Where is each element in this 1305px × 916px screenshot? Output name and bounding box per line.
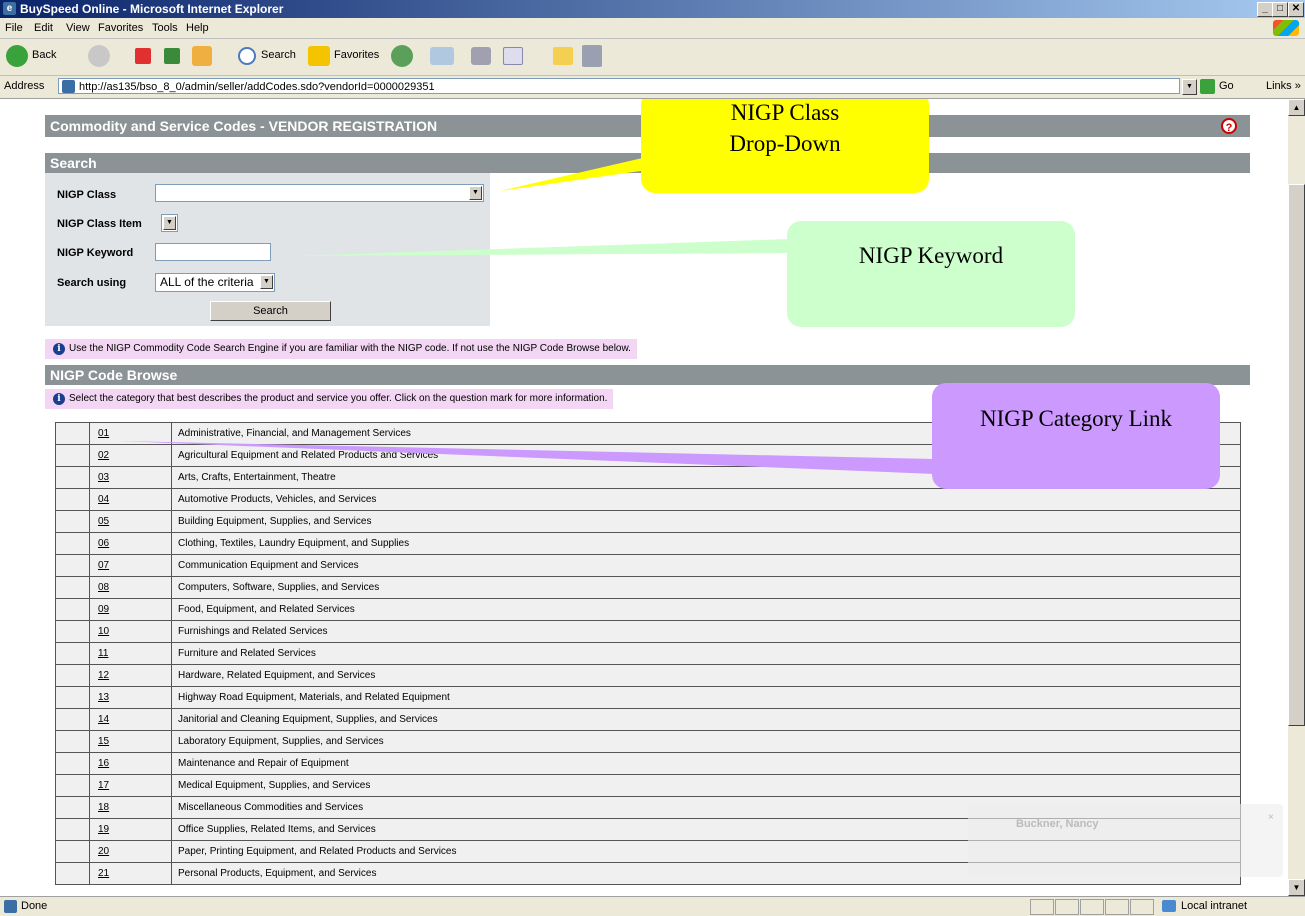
menu-tools[interactable]: Tools (152, 22, 178, 34)
links-button[interactable]: Links » (1266, 80, 1301, 92)
home-icon[interactable] (192, 46, 212, 66)
back-arrow-icon[interactable] (6, 45, 28, 67)
scroll-up-button[interactable]: ▲ (1288, 99, 1305, 116)
favorites-star-icon[interactable] (308, 46, 330, 66)
page-viewport: Commodity and Service Codes - VENDOR REG… (0, 99, 1288, 896)
vertical-scrollbar[interactable]: ▲ ▼ (1288, 99, 1305, 896)
menu-file[interactable]: File (5, 22, 23, 34)
zone-text: Local intranet (1181, 900, 1248, 912)
pointer-class-dropdown (500, 154, 690, 191)
address-dropdown-button[interactable]: ▼ (1182, 79, 1197, 95)
stop-icon[interactable] (135, 48, 151, 64)
refresh-icon[interactable] (164, 48, 180, 64)
search-toolbar-button[interactable]: Search (261, 49, 296, 61)
go-button[interactable]: Go (1219, 80, 1234, 92)
menu-edit[interactable]: Edit (34, 22, 53, 34)
favorites-toolbar-button[interactable]: Favorites (334, 49, 379, 61)
status-pane (1030, 899, 1054, 915)
ie-icon: e (3, 2, 16, 15)
status-pane (1080, 899, 1104, 915)
page-status-icon (4, 900, 17, 913)
address-input[interactable]: http://as135/bso_8_0/admin/seller/addCod… (58, 78, 1180, 94)
notification-close-icon[interactable]: × (1268, 812, 1274, 823)
page-icon (62, 80, 75, 93)
pointer-category-link (120, 441, 935, 474)
notification-name: Buckner, Nancy (1016, 818, 1099, 830)
status-text: Done (21, 900, 48, 912)
address-bar: Address http://as135/bso_8_0/admin/selle… (0, 76, 1305, 99)
maximize-button[interactable]: □ (1272, 2, 1288, 17)
status-pane (1130, 899, 1154, 915)
print-icon[interactable] (471, 47, 491, 65)
scroll-thumb[interactable] (1288, 184, 1305, 726)
back-button[interactable]: Back (32, 49, 56, 61)
notification-popup[interactable]: Buckner, Nancy × (968, 804, 1283, 877)
status-bar: Done Local intranet (0, 896, 1305, 916)
status-pane (1055, 899, 1079, 915)
menu-view[interactable]: View (66, 22, 90, 34)
research-icon[interactable] (582, 45, 602, 67)
minimize-button[interactable]: _ (1257, 2, 1273, 17)
pointer-keyword (295, 239, 790, 256)
status-pane (1105, 899, 1129, 915)
windows-logo-icon (1273, 20, 1299, 36)
edit-word-icon[interactable] (503, 47, 523, 65)
search-icon[interactable] (238, 47, 256, 65)
forward-arrow-icon[interactable] (88, 45, 110, 67)
toolbar: Back Search Favorites (0, 39, 1305, 76)
notes-icon[interactable] (553, 47, 573, 65)
menu-bar: File Edit View Favorites Tools Help (0, 18, 1305, 39)
menu-help[interactable]: Help (186, 22, 209, 34)
window-title: BuySpeed Online - Microsoft Internet Exp… (20, 2, 284, 16)
address-url: http://as135/bso_8_0/admin/seller/addCod… (79, 81, 435, 93)
callout-pointers (120, 154, 935, 474)
address-label: Address (4, 80, 45, 92)
mail-icon[interactable] (430, 47, 454, 65)
go-arrow-icon[interactable] (1200, 79, 1215, 94)
menu-favorites[interactable]: Favorites (98, 22, 143, 34)
scroll-down-button[interactable]: ▼ (1288, 879, 1305, 896)
window-title-bar: e BuySpeed Online - Microsoft Internet E… (0, 0, 1305, 18)
close-button[interactable]: ✕ (1288, 2, 1304, 17)
intranet-icon (1162, 900, 1176, 912)
history-icon[interactable] (391, 45, 413, 67)
